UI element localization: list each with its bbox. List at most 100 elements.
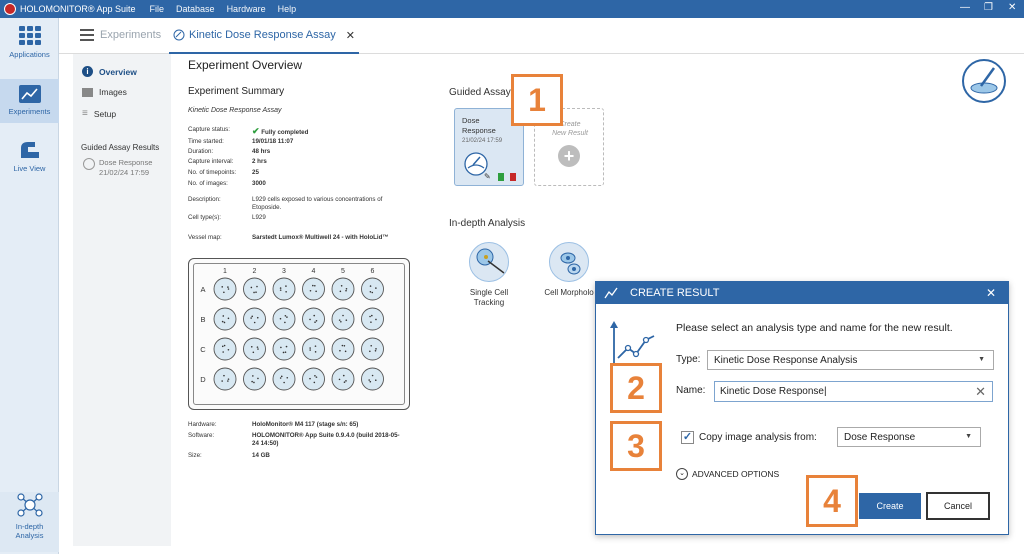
check-icon: ✔ — [252, 126, 260, 136]
field-label: Time started: — [188, 138, 224, 145]
well-cell-dot — [253, 321, 256, 324]
plate-well[interactable] — [302, 337, 325, 361]
field-label: Cell type(s): — [188, 214, 222, 221]
plate-well[interactable] — [243, 307, 266, 331]
chart-icon — [18, 85, 41, 103]
well-cell-dot — [221, 320, 224, 323]
name-value: Kinetic Dose Response — [720, 386, 824, 397]
field-label: Hardware: — [188, 421, 217, 428]
nav-setup[interactable]: ≡ Setup — [82, 108, 116, 119]
field-label: Duration: — [188, 148, 214, 155]
edit-icon[interactable]: ✎ — [484, 172, 491, 181]
cell-tracking-icon — [469, 242, 509, 282]
copy-from-select[interactable]: Dose Response ▼ — [837, 427, 981, 447]
close-dialog-icon[interactable]: ✕ — [986, 286, 996, 300]
rail-live-view-label: Live View — [13, 164, 46, 173]
copy-value: Dose Response — [844, 432, 916, 443]
plate-well[interactable] — [331, 337, 355, 361]
plate-well[interactable] — [213, 277, 237, 301]
well-cell-dot — [369, 315, 371, 318]
plate-well[interactable] — [272, 367, 296, 391]
tab-kinetic-dose-response[interactable]: Kinetic Dose Response Assay ✕ — [169, 26, 359, 54]
menu-hardware[interactable]: Hardware — [227, 4, 266, 14]
plate-well[interactable] — [361, 367, 384, 391]
plate-col-label: 1 — [223, 268, 227, 275]
clear-input-icon[interactable]: ✕ — [975, 384, 986, 400]
menu-help[interactable]: Help — [278, 4, 297, 14]
menu-file[interactable]: File — [150, 4, 165, 14]
well-cell-dot — [252, 351, 255, 354]
plate-well[interactable] — [331, 367, 355, 391]
close-window-icon[interactable]: ✕ — [1008, 2, 1016, 13]
rail-experiments[interactable]: Experiments — [0, 79, 59, 123]
step-marker-2: 2 — [610, 363, 662, 413]
well-cell-dot — [375, 318, 377, 321]
menu-database[interactable]: Database — [176, 4, 215, 14]
well-cell-dot — [280, 346, 282, 349]
well-cell-dot — [313, 381, 316, 384]
cell-morphology-item[interactable]: Cell Morpholo — [540, 242, 598, 297]
multiwell-plate-map: 1 2 3 4 5 6 A B C D — [188, 258, 410, 410]
well-cell-dot — [315, 376, 318, 378]
well-cell-dot — [222, 315, 225, 317]
field-value: 25 — [252, 169, 259, 176]
plate-well[interactable] — [213, 367, 237, 391]
field-value: L929 cells exposed to various concentrat… — [252, 196, 383, 211]
minimize-icon[interactable]: — — [960, 2, 970, 13]
plate-well[interactable] — [361, 307, 384, 331]
field-label: Vessel map: — [188, 234, 222, 241]
result-dose-response[interactable]: Dose Response 21/02/24 17:59 — [83, 158, 152, 178]
tab-experiments[interactable]: Experiments — [100, 29, 161, 41]
assay-badge-icon — [962, 59, 1006, 103]
well-cell-dot — [369, 285, 372, 287]
nav-overview[interactable]: i Overview — [82, 66, 137, 77]
well-cell-dot — [250, 286, 253, 289]
plate-well[interactable] — [331, 307, 355, 331]
export-icon[interactable] — [498, 173, 504, 181]
plate-well[interactable] — [272, 277, 296, 301]
well-cell-dot — [285, 345, 288, 348]
well-cell-dot — [256, 316, 259, 319]
network-icon — [16, 493, 43, 517]
trend-icon — [604, 287, 618, 299]
plate-well[interactable] — [361, 277, 384, 301]
nav-images[interactable]: Images — [82, 87, 127, 97]
well-cell-dot — [253, 381, 255, 384]
plate-well[interactable] — [302, 367, 325, 391]
plate-well[interactable] — [302, 277, 325, 301]
copy-label: Copy image analysis from: — [699, 432, 817, 443]
plate-col-label: 5 — [341, 268, 345, 275]
dropdown-caret-icon: ▼ — [978, 356, 985, 363]
hamburger-menu-icon[interactable] — [80, 29, 94, 41]
plate-well[interactable] — [272, 307, 296, 331]
plate-well[interactable] — [213, 337, 237, 361]
name-input[interactable]: Kinetic Dose Response| ✕ — [714, 381, 993, 402]
plate-well[interactable] — [243, 367, 266, 391]
cancel-button[interactable]: Cancel — [926, 492, 990, 520]
rail-indepth[interactable]: In-depth Analysis — [0, 492, 59, 552]
advanced-options-toggle[interactable]: ⌄ ADVANCED OPTIONS — [676, 468, 779, 480]
well-cell-dot — [223, 374, 225, 377]
well-cell-dot — [250, 317, 252, 319]
close-tab-icon[interactable]: ✕ — [346, 29, 355, 42]
well-cell-dot — [340, 320, 342, 323]
rail-applications[interactable]: Applications — [0, 26, 59, 66]
restore-icon[interactable]: ❐ — [984, 2, 993, 13]
plate-well[interactable] — [243, 337, 266, 361]
plate-well[interactable] — [272, 337, 296, 361]
step-marker-4: 4 — [806, 475, 858, 527]
plate-well[interactable] — [213, 307, 237, 331]
plate-well[interactable] — [302, 307, 325, 331]
well-cell-dot — [374, 379, 377, 382]
plate-well[interactable] — [243, 277, 266, 301]
copy-analysis-checkbox[interactable]: ✓ — [681, 431, 694, 444]
rail-live-view[interactable]: Live View — [0, 140, 59, 180]
plate-well[interactable] — [331, 277, 355, 301]
create-button[interactable]: Create — [859, 493, 921, 519]
single-cell-tracking-item[interactable]: Single Cell Tracking — [462, 242, 516, 308]
plate-well[interactable] — [361, 337, 384, 361]
type-select[interactable]: Kinetic Dose Response Analysis ▼ — [707, 350, 994, 370]
delete-icon[interactable] — [510, 173, 516, 181]
field-time-started: Time started: 19/01/18 11:07 — [188, 138, 418, 148]
well-cell-dot — [371, 374, 374, 377]
